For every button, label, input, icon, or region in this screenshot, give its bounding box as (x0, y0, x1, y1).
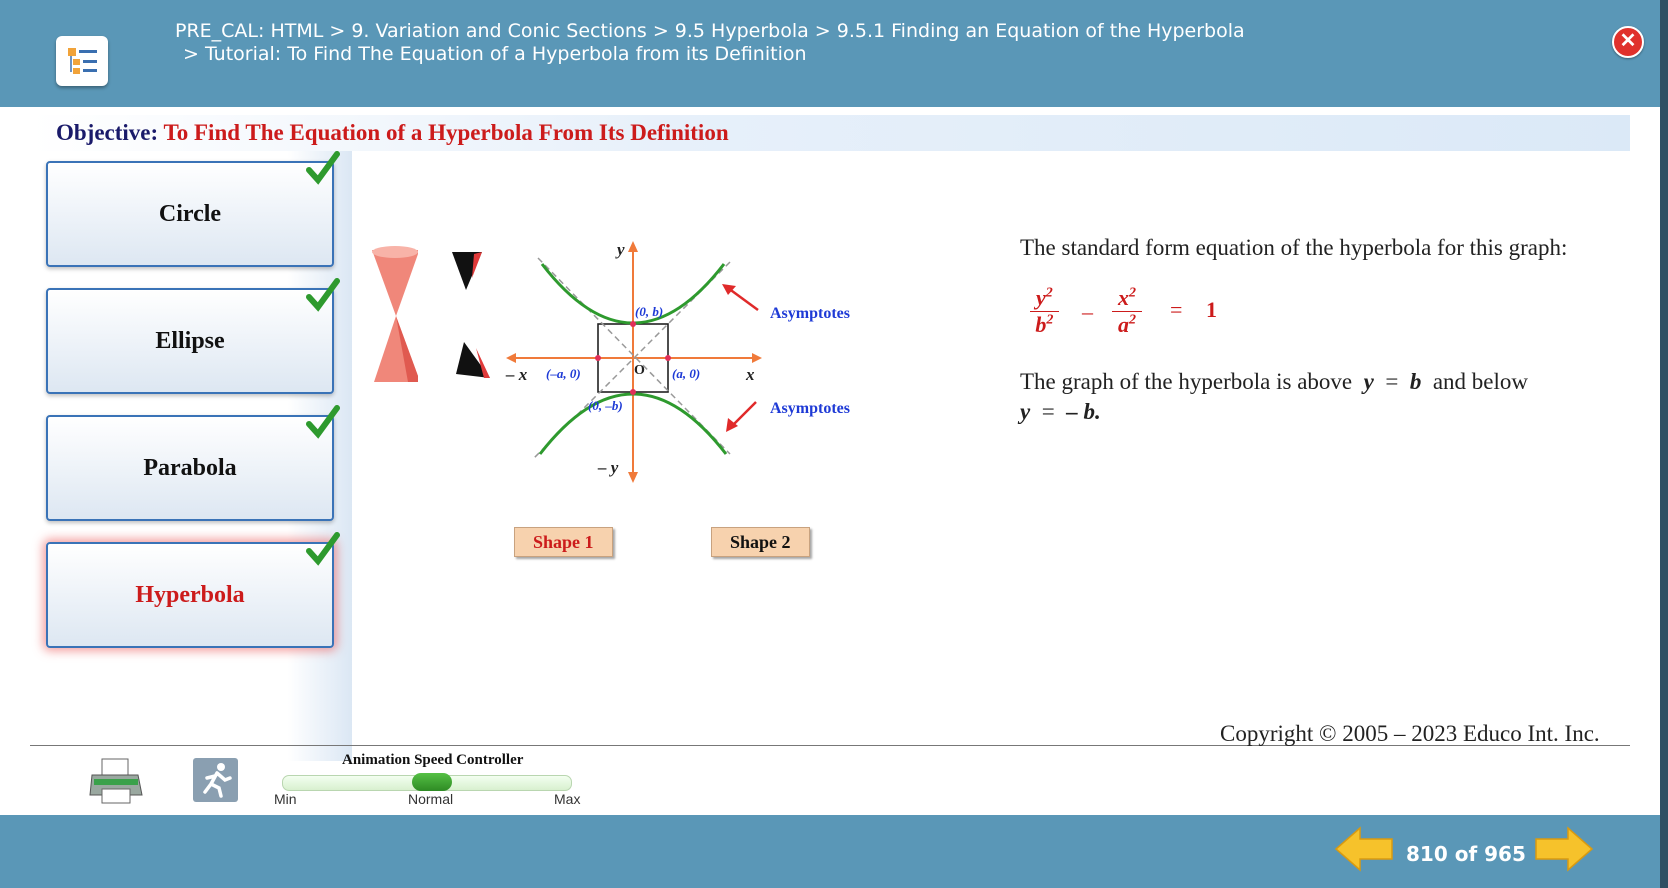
speed-slider-handle[interactable] (412, 773, 452, 791)
next-page-arrow-icon[interactable] (1534, 826, 1594, 872)
exponent: 2 (1129, 312, 1136, 328)
vertex-point-bottom (630, 389, 636, 395)
speed-max-label: Max (554, 791, 581, 807)
denominator-b: b (1035, 312, 1047, 337)
topic-label: Parabola (143, 455, 237, 481)
graph-description: The graph of the hyperbola is above y = … (1020, 367, 1620, 427)
exponent: 2 (1046, 312, 1054, 328)
checkmark-icon (306, 405, 340, 439)
origin-label: O (634, 363, 645, 378)
total-pages: 965 (1484, 842, 1526, 866)
close-button[interactable]: ✕ (1612, 26, 1644, 58)
speed-normal-label: Normal (408, 791, 454, 807)
topic-label: Hyperbola (135, 582, 245, 608)
objective-banner: Objective: To Find The Equation of a Hyp… (30, 115, 1630, 151)
breadcrumb: PRE_CAL: HTML > 9. Variation and Conic S… (175, 20, 1245, 66)
hyperbola-diagram: y – y x – x O (0, b) (0, –b) (–a, 0) (a,… (372, 240, 850, 483)
neg-x-axis-label: – x (505, 365, 528, 384)
topic-label: Circle (158, 201, 222, 227)
app-window: PRE_CAL: HTML > 9. Variation and Conic S… (0, 0, 1660, 888)
topic-button-hyperbola[interactable]: Hyperbola (46, 532, 340, 648)
fraction-x-over-a: x2 a2 (1112, 285, 1142, 338)
objective-text: To Find The Equation of a Hyperbola From… (158, 120, 729, 145)
neg-y-axis-label: – y (597, 458, 619, 477)
speed-controller-title: Animation Speed Controller (342, 752, 524, 768)
annotation-arrow (727, 286, 759, 312)
x-axis-arrow-right (752, 353, 762, 363)
y-axis-label: y (615, 240, 625, 259)
double-cone-icon (372, 246, 418, 382)
topic-button-ellipse[interactable]: Ellipse (46, 278, 340, 394)
cone-section-icon (452, 252, 490, 378)
shape-2-button[interactable]: Shape 2 (711, 527, 810, 557)
numerator-y: y (1036, 285, 1046, 310)
objective-label: Objective: (56, 120, 159, 145)
running-person-icon (203, 763, 232, 798)
exponent: 2 (1045, 285, 1053, 301)
breadcrumb-line-1: PRE_CAL: HTML > 9. Variation and Conic S… (175, 20, 1245, 42)
checkmark-icon (306, 278, 340, 312)
equals-sign: = (1170, 297, 1183, 322)
point-label-top: (0, b) (635, 304, 663, 319)
math-var: b (1409, 369, 1422, 394)
math-var: – b. (1066, 399, 1101, 424)
header-bar: PRE_CAL: HTML > 9. Variation and Conic S… (0, 0, 1660, 107)
math-var: y (1363, 369, 1374, 394)
checkmark-icon (306, 532, 340, 566)
asymptotes-label-bottom: Asymptotes (770, 400, 850, 417)
exponent: 2 (1129, 285, 1136, 301)
table-of-contents-button[interactable] (56, 36, 108, 86)
math-op: = (1385, 369, 1399, 394)
graph-text: The graph of the hyperbola is above (1020, 369, 1353, 394)
annotation-arrow (731, 401, 757, 427)
shape-1-button[interactable]: Shape 1 (514, 527, 613, 557)
breadcrumb-line-2: > Tutorial: To Find The Equation of a Hy… (183, 43, 807, 65)
vertex-point-right (665, 355, 671, 361)
animation-speed-button[interactable] (193, 758, 238, 802)
point-label-bottom: (0, –b) (588, 398, 623, 413)
y-axis-arrow-down (628, 472, 638, 483)
minus-sign: – (1082, 299, 1093, 324)
fraction-y-over-b: y2 b2 (1030, 285, 1059, 338)
page-indicator: 810 of 965 (1406, 842, 1526, 866)
point-label-left: (–a, 0) (546, 366, 581, 381)
content-area: Objective: To Find The Equation of a Hyp… (0, 107, 1660, 815)
x-axis-arrow-left (506, 353, 516, 363)
denominator-a: a (1118, 312, 1129, 337)
math-var: y (1020, 399, 1031, 424)
page-of-label: of (1454, 842, 1478, 866)
x-axis-label: x (745, 365, 755, 384)
current-page: 810 (1406, 842, 1448, 866)
numerator-x: x (1118, 285, 1129, 310)
close-icon: ✕ (1619, 30, 1637, 52)
topic-label: Ellipse (155, 328, 225, 354)
asymptotes-label-top: Asymptotes (770, 305, 850, 322)
graph-text: and below (1432, 369, 1528, 394)
vertex-point-left (595, 355, 601, 361)
y-axis-arrow-up (628, 241, 638, 252)
table-of-contents-icon (68, 48, 97, 74)
copyright-text: Copyright © 2005 – 2023 Educo Int. Inc. (1220, 721, 1600, 746)
topic-sidebar: Circle Ellipse Parabola Hyperbola (30, 151, 352, 761)
topic-button-parabola[interactable]: Parabola (46, 405, 340, 521)
explanation-intro: The standard form equation of the hyperb… (1020, 235, 1568, 260)
previous-page-arrow-icon[interactable] (1334, 826, 1394, 872)
topic-button-circle[interactable]: Circle (46, 151, 340, 267)
printer-icon[interactable] (88, 757, 144, 805)
math-op: = (1041, 399, 1055, 424)
speed-min-label: Min (274, 791, 297, 807)
equation-rhs: 1 (1206, 297, 1217, 322)
point-label-right: (a, 0) (672, 366, 700, 381)
vertex-point-top (630, 321, 636, 327)
checkmark-icon (306, 151, 340, 185)
